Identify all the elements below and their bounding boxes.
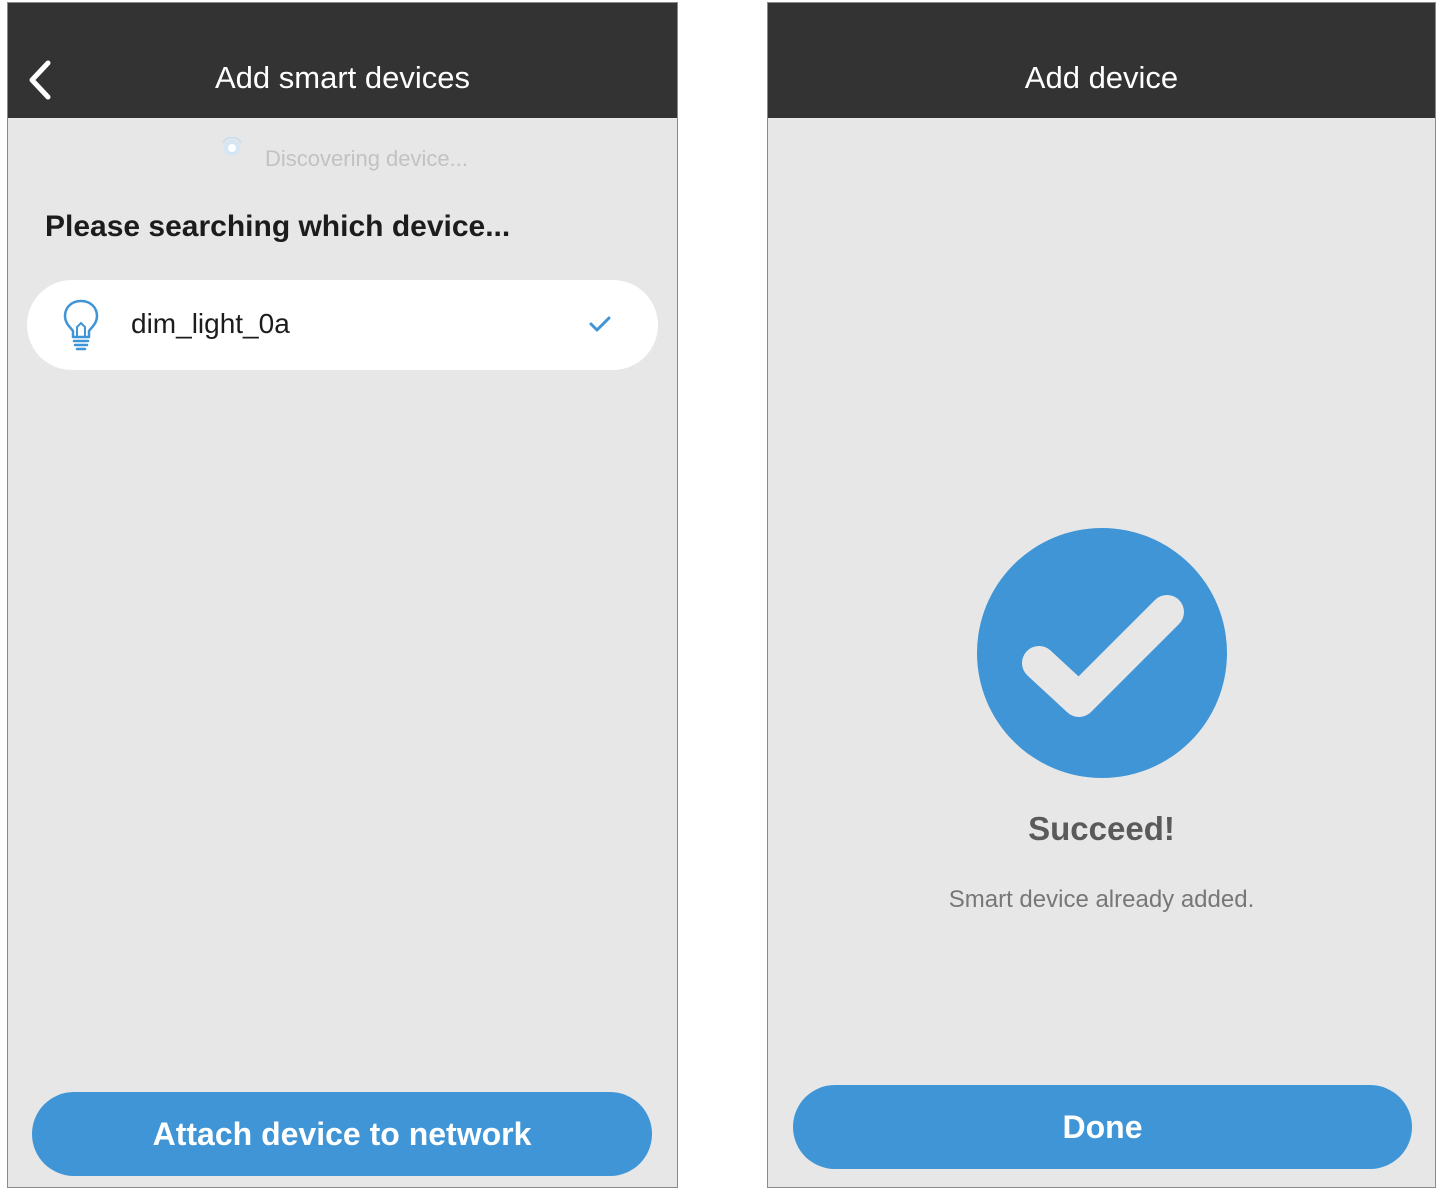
done-button[interactable]: Done: [793, 1085, 1412, 1169]
device-list-item[interactable]: dim_light_0a: [27, 280, 658, 370]
section-heading: Please searching which device...: [45, 210, 511, 243]
page-title: Add device: [1024, 60, 1179, 95]
lightbulb-icon: [63, 299, 99, 351]
success-title: Succeed!: [1028, 810, 1175, 847]
attach-device-button[interactable]: Attach device to network: [32, 1092, 652, 1176]
discovering-status: Discovering device...: [8, 136, 677, 176]
header-bar: Add smart devices: [8, 3, 677, 118]
header-bar: Add device: [768, 3, 1435, 118]
checkmark-icon: [589, 316, 611, 332]
add-device-success-screen: Add device Succeed! Smart device already…: [767, 2, 1436, 1188]
discovering-label: Discovering device...: [265, 146, 468, 171]
page-title: Add smart devices: [215, 60, 470, 95]
success-message: Smart device already added.: [948, 886, 1255, 913]
success-check-circle-icon: [977, 528, 1227, 778]
spinner-icon: [217, 136, 247, 168]
add-smart-devices-screen: Add smart devices Discovering device... …: [7, 2, 678, 1188]
device-name: dim_light_0a: [131, 308, 290, 339]
